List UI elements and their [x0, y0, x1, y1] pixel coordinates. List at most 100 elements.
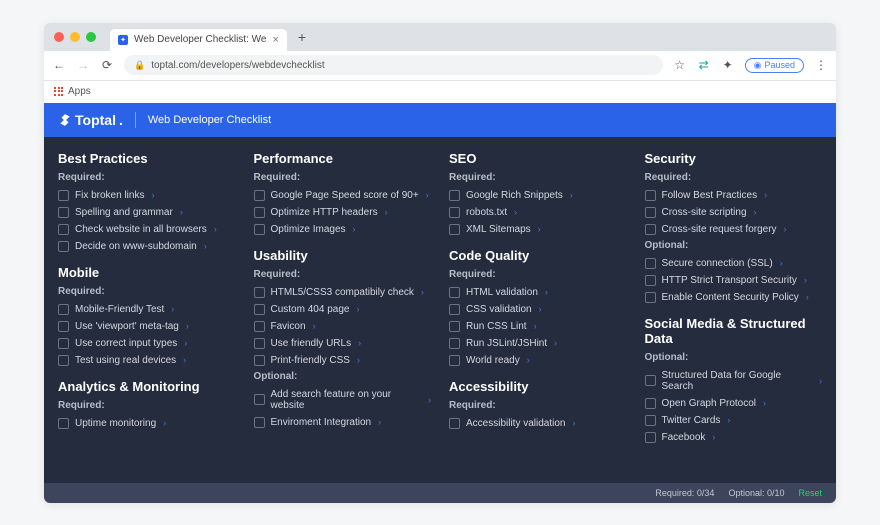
checklist-item[interactable]: Use friendly URLs›	[254, 335, 432, 352]
checkbox[interactable]	[449, 338, 460, 349]
checklist-item[interactable]: Use 'viewport' meta-tag›	[58, 318, 236, 335]
chevron-right-icon: ›	[763, 398, 766, 408]
checklist-item[interactable]: Test using real devices›	[58, 352, 236, 369]
checkbox[interactable]	[58, 321, 69, 332]
checkbox[interactable]	[645, 207, 656, 218]
checkbox[interactable]	[58, 418, 69, 429]
checkbox[interactable]	[58, 304, 69, 315]
checklist-item[interactable]: Run JSLint/JSHint›	[449, 335, 627, 352]
checkbox[interactable]	[58, 355, 69, 366]
checkbox[interactable]	[58, 224, 69, 235]
checklist-item[interactable]: Use correct input types›	[58, 335, 236, 352]
checklist-item[interactable]: Cross-site request forgery›	[645, 221, 823, 238]
forward-icon[interactable]: →	[76, 58, 90, 72]
checkbox[interactable]	[645, 415, 656, 426]
checkbox[interactable]	[254, 207, 265, 218]
checkbox[interactable]	[254, 190, 265, 201]
apps-label[interactable]: Apps	[68, 86, 91, 97]
star-icon[interactable]: ☆	[673, 58, 687, 72]
checkbox[interactable]	[449, 355, 460, 366]
checkbox[interactable]	[645, 375, 656, 386]
checklist-item[interactable]: HTML5/CSS3 compatibily check›	[254, 284, 432, 301]
checklist-item[interactable]: Fix broken links›	[58, 187, 236, 204]
checklist-item[interactable]: Google Page Speed score of 90+›	[254, 187, 432, 204]
checklist-item-label: World ready	[466, 355, 520, 366]
checklist-item[interactable]: Favicon›	[254, 318, 432, 335]
checkbox[interactable]	[449, 190, 460, 201]
checklist-item[interactable]: Custom 404 page›	[254, 301, 432, 318]
checkbox[interactable]	[254, 338, 265, 349]
checklist-item[interactable]: Mobile-Friendly Test›	[58, 301, 236, 318]
checkbox[interactable]	[449, 418, 460, 429]
puzzle-icon[interactable]: ✦	[721, 58, 735, 72]
checkbox[interactable]	[254, 394, 265, 405]
back-icon[interactable]: ←	[52, 58, 66, 72]
checklist-item[interactable]: Twitter Cards›	[645, 412, 823, 429]
menu-icon[interactable]: ⋮	[814, 58, 828, 72]
section-title: SEO	[449, 151, 627, 166]
checklist-item[interactable]: Run CSS Lint›	[449, 318, 627, 335]
checklist-item[interactable]: Add search feature on your website›	[254, 386, 432, 414]
checkbox[interactable]	[58, 338, 69, 349]
checkbox[interactable]	[645, 190, 656, 201]
checklist-item[interactable]: Uptime monitoring›	[58, 415, 236, 432]
checkbox[interactable]	[645, 398, 656, 409]
checkbox[interactable]	[254, 224, 265, 235]
maximize-window-icon[interactable]	[86, 32, 96, 42]
checkbox[interactable]	[449, 304, 460, 315]
checklist-item[interactable]: Optimize HTTP headers›	[254, 204, 432, 221]
logo[interactable]: Toptal.	[58, 112, 123, 128]
checklist-item[interactable]: Spelling and grammar›	[58, 204, 236, 221]
checklist-item[interactable]: Optimize Images›	[254, 221, 432, 238]
checklist-item[interactable]: HTML validation›	[449, 284, 627, 301]
profile-paused[interactable]: ◉ Paused	[745, 58, 804, 73]
checkbox[interactable]	[645, 258, 656, 269]
checklist-item[interactable]: Secure connection (SSL)›	[645, 255, 823, 272]
checkbox[interactable]	[449, 224, 460, 235]
checkbox[interactable]	[449, 287, 460, 298]
checklist-item[interactable]: Facebook›	[645, 429, 823, 446]
checkbox[interactable]	[645, 275, 656, 286]
reload-icon[interactable]: ⟳	[100, 58, 114, 72]
url-bar[interactable]: 🔒 toptal.com/developers/webdevchecklist	[124, 55, 663, 75]
checkbox[interactable]	[254, 321, 265, 332]
checklist-item[interactable]: Decide on www-subdomain›	[58, 238, 236, 255]
checklist-item[interactable]: Accessibility validation›	[449, 415, 627, 432]
checkbox[interactable]	[449, 321, 460, 332]
checklist-item[interactable]: Structured Data for Google Search›	[645, 367, 823, 395]
tab-close-icon[interactable]: ×	[272, 34, 278, 46]
checkbox[interactable]	[645, 432, 656, 443]
checkbox[interactable]	[58, 241, 69, 252]
checkbox[interactable]	[254, 287, 265, 298]
checklist-item[interactable]: Enviroment Integration›	[254, 414, 432, 431]
checklist-item[interactable]: Check website in all browsers›	[58, 221, 236, 238]
checklist-item[interactable]: Cross-site scripting›	[645, 204, 823, 221]
checkbox[interactable]	[254, 417, 265, 428]
checklist-item[interactable]: HTTP Strict Transport Security›	[645, 272, 823, 289]
checklist-item[interactable]: Open Graph Protocol›	[645, 395, 823, 412]
checkbox[interactable]	[254, 355, 265, 366]
checkbox[interactable]	[58, 190, 69, 201]
checklist-item[interactable]: robots.txt›	[449, 204, 627, 221]
checkbox[interactable]	[254, 304, 265, 315]
checkbox[interactable]	[645, 224, 656, 235]
checklist-item[interactable]: Follow Best Practices›	[645, 187, 823, 204]
checkbox[interactable]	[449, 207, 460, 218]
reset-link[interactable]: Reset	[798, 488, 822, 498]
close-window-icon[interactable]	[54, 32, 64, 42]
checklist-item[interactable]: Enable Content Security Policy›	[645, 289, 823, 306]
checklist-item-label: Fix broken links	[75, 190, 144, 201]
checklist-item[interactable]: XML Sitemaps›	[449, 221, 627, 238]
browser-tab[interactable]: ✦ Web Developer Checklist: We ×	[110, 29, 287, 51]
section-title: Accessibility	[449, 379, 627, 394]
checklist-item[interactable]: CSS validation›	[449, 301, 627, 318]
new-tab-button[interactable]: +	[293, 28, 311, 46]
apps-grid-icon[interactable]	[54, 87, 64, 97]
checkbox[interactable]	[645, 292, 656, 303]
minimize-window-icon[interactable]	[70, 32, 80, 42]
checklist-item[interactable]: Print-friendly CSS›	[254, 352, 432, 369]
checklist-item[interactable]: World ready›	[449, 352, 627, 369]
checklist-item[interactable]: Google Rich Snippets›	[449, 187, 627, 204]
extensions-icon[interactable]: ⇄	[697, 58, 711, 72]
checkbox[interactable]	[58, 207, 69, 218]
